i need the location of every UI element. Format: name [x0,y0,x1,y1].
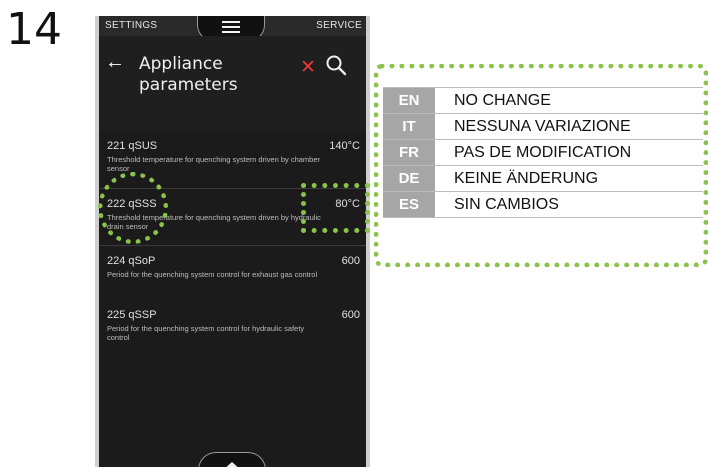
param-value: 600 [341,309,360,321]
translation-table: EN NO CHANGE IT NESSUNA VARIAZIONE FR PA… [383,87,703,218]
language-code: FR [383,140,435,165]
translation-text: KEINE ÄNDERUNG [454,170,599,187]
param-description: Threshold temperature for quenching syst… [107,155,321,173]
step-number: 14 [6,4,62,55]
language-code: ES [383,192,435,217]
language-code: IT [383,114,435,139]
translation-row-de: DE KEINE ÄNDERUNG [383,166,703,192]
param-description: Period for the quenching system control … [107,270,318,279]
language-code: EN [383,88,435,113]
translation-text: NESSUNA VARIAZIONE [454,118,631,135]
translation-row-fr: FR PAS DE MODIFICATION [383,140,703,166]
search-icon[interactable] [325,54,347,76]
close-icon[interactable]: ✕ [300,58,316,77]
param-code: 221 qSUS [107,140,158,152]
translation-row-en: EN NO CHANGE [383,87,703,114]
translation-text: SIN CAMBIOS [454,196,559,213]
translation-row-it: IT NESSUNA VARIAZIONE [383,114,703,140]
highlight-param-value [301,183,370,233]
translation-text: NO CHANGE [454,92,551,109]
page-title: Appliance parameters [139,54,238,95]
param-value: 600 [341,255,360,267]
settings-tab[interactable]: SETTINGS [105,20,157,31]
translation-row-es: ES SIN CAMBIOS [383,192,703,218]
top-bar: SETTINGS SERVICE [99,16,366,41]
chevron-up-icon [223,462,241,467]
param-code: 224 qSoP [107,255,156,267]
translation-text: PAS DE MODIFICATION [454,144,632,161]
back-arrow-icon[interactable]: ← [105,52,125,72]
service-tab[interactable]: SERVICE [316,20,362,31]
param-value: 140°C [329,140,360,152]
language-code: DE [383,166,435,191]
param-description: Period for the quenching system control … [107,324,305,342]
highlight-param-code [98,172,168,244]
param-code: 225 qSSP [107,309,157,321]
bottom-drawer-button[interactable] [198,452,266,467]
row-divider [99,245,366,246]
phone-edge-right [366,16,370,467]
hamburger-menu-icon [222,21,240,33]
